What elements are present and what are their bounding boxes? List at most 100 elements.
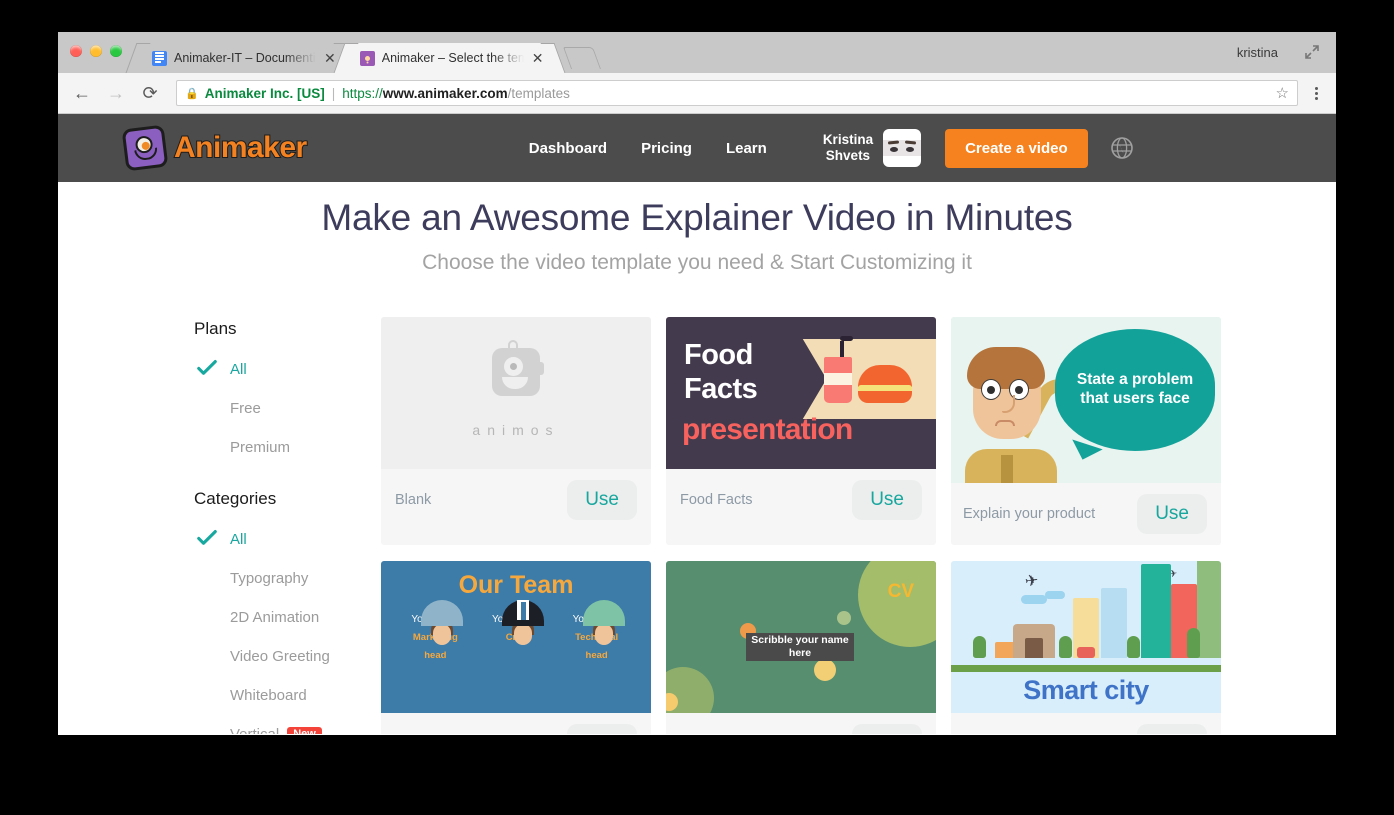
animaker-favicon-icon xyxy=(359,50,375,66)
nav-item-learn[interactable]: Learn xyxy=(726,140,767,157)
use-template-button[interactable]: Use xyxy=(852,724,922,734)
sidebar-item-category-video-greeting[interactable]: Video Greeting xyxy=(194,637,357,676)
template-title: Food Facts xyxy=(680,492,753,508)
template-grid: animos Blank Use Food Facts presentation… xyxy=(381,317,1221,734)
back-button[interactable]: ← xyxy=(68,79,96,107)
browser-tabstrip: Animaker-IT – Documenti Goo ✕ Animaker –… xyxy=(58,32,1336,73)
sidebar-item-category-typography[interactable]: Typography xyxy=(194,559,357,598)
sidebar-item-label: All xyxy=(230,531,247,548)
forward-button[interactable]: → xyxy=(102,79,130,107)
address-bar[interactable]: 🔒 Animaker Inc. [US] | https:// www.anim… xyxy=(176,80,1298,106)
browser-tab-2-title: Animaker – Select the templat xyxy=(381,51,524,65)
url-host: www.animaker.com xyxy=(382,85,508,101)
maximize-window-button[interactable] xyxy=(110,45,122,57)
template-card-cv[interactable]: CV Scribble your name here CV Use xyxy=(666,561,936,734)
template-card-blank[interactable]: animos Blank Use xyxy=(381,317,651,545)
thumb-badge-text: CV xyxy=(887,581,914,602)
nav-item-dashboard[interactable]: Dashboard xyxy=(529,140,607,157)
minimize-window-button[interactable] xyxy=(90,45,102,57)
template-thumbnail: State a problem that users face xyxy=(951,317,1221,483)
chrome-profile-label[interactable]: kristina xyxy=(1237,45,1278,60)
globe-icon[interactable] xyxy=(1110,136,1134,160)
site-identity-label: Animaker Inc. [US] xyxy=(204,85,325,101)
close-window-button[interactable] xyxy=(70,45,82,57)
browser-window: Animaker-IT – Documenti Goo ✕ Animaker –… xyxy=(58,32,1336,735)
template-thumbnail: animos xyxy=(381,317,651,469)
template-thumbnail: ✈ ✈ Smart city xyxy=(951,561,1221,713)
browser-tab-1-title: Animaker-IT – Documenti Goo xyxy=(174,51,316,65)
sidebar-item-category-all[interactable]: All xyxy=(194,520,357,559)
check-icon xyxy=(196,357,218,379)
template-thumbnail: Food Facts presentation xyxy=(666,317,936,469)
browser-tab-2[interactable]: Animaker – Select the templat ✕ xyxy=(333,43,566,73)
google-docs-icon xyxy=(152,50,167,66)
page-title: Make an Awesome Explainer Video in Minut… xyxy=(321,197,1073,238)
animos-wordmark: animos xyxy=(472,422,560,438)
status-badge: New xyxy=(287,726,322,734)
window-controls xyxy=(70,45,122,57)
template-card-our-team[interactable]: Our Team Your name Marketing head Your n… xyxy=(381,561,651,734)
thumb-text-line3: presentation xyxy=(682,413,853,446)
templates-browser: Plans All Free Premium Categories All Ty… xyxy=(58,317,1336,734)
page-subtitle: Choose the video template you need & Sta… xyxy=(422,251,972,274)
user-account[interactable]: Kristina Shvets xyxy=(822,129,922,167)
template-card-explain-your-product[interactable]: State a problem that users face Explain … xyxy=(951,317,1221,545)
sidebar-item-label: Video Greeting xyxy=(230,648,330,665)
create-a-video-button[interactable]: Create a video xyxy=(945,128,1088,168)
sidebar-item-label: Free xyxy=(230,400,261,417)
thumb-text-line1: Food xyxy=(684,339,753,371)
close-tab-2-icon[interactable]: ✕ xyxy=(532,51,544,65)
sidebar-item-label: Vertical xyxy=(230,726,279,734)
use-template-button[interactable]: Use xyxy=(1137,724,1207,734)
filters-sidebar: Plans All Free Premium Categories All Ty… xyxy=(194,317,357,734)
use-template-button[interactable]: Use xyxy=(567,724,637,734)
airplane-icon: ✈ xyxy=(1023,572,1040,591)
browser-tab-1[interactable]: Animaker-IT – Documenti Goo ✕ xyxy=(125,43,359,73)
hero-section: Make an Awesome Explainer Video in Minut… xyxy=(58,182,1336,275)
use-template-button[interactable]: Use xyxy=(567,480,637,520)
template-card-food-facts[interactable]: Food Facts presentation Food Facts Use xyxy=(666,317,936,545)
sidebar-item-label: Typography xyxy=(230,570,309,587)
thumb-box-text: Scribble your name here xyxy=(746,633,854,661)
fullscreen-icon[interactable] xyxy=(1304,44,1320,60)
browser-menu-icon[interactable] xyxy=(1306,86,1326,100)
thumb-text-line2: Facts xyxy=(684,373,758,405)
template-card-footer: Food Facts Use xyxy=(666,469,936,531)
browser-toolbar: ← → ⟳ 🔒 Animaker Inc. [US] | https:// ww… xyxy=(58,73,1336,114)
template-card-footer: Our Team Use xyxy=(381,713,651,734)
use-template-button[interactable]: Use xyxy=(852,480,922,520)
animaker-logo-text: Animaker xyxy=(173,130,308,165)
close-tab-1-icon[interactable]: ✕ xyxy=(324,51,336,65)
plans-heading: Plans xyxy=(194,319,237,338)
sidebar-item-plan-all[interactable]: All xyxy=(194,350,357,389)
template-card-footer: Explain your product Use xyxy=(951,483,1221,545)
url-scheme: https:// xyxy=(342,85,383,101)
template-title: Blank xyxy=(395,492,432,508)
sidebar-item-category-vertical[interactable]: Vertical New xyxy=(194,715,357,734)
template-card-smart-city[interactable]: ✈ ✈ Smart city xyxy=(951,561,1221,734)
bookmark-star-icon[interactable]: ☆ xyxy=(1276,84,1289,102)
sidebar-item-plan-premium[interactable]: Premium xyxy=(194,428,357,467)
main-navigation: Dashboard Pricing Learn xyxy=(529,140,767,157)
omnibox-divider: | xyxy=(331,85,336,101)
sidebar-item-category-whiteboard[interactable]: Whiteboard xyxy=(194,676,357,715)
new-tab-button[interactable] xyxy=(563,47,602,69)
use-template-button[interactable]: Use xyxy=(1137,494,1207,534)
template-card-footer: CV Use xyxy=(666,713,936,734)
sidebar-item-plan-free[interactable]: Free xyxy=(194,389,357,428)
lock-icon: 🔒 xyxy=(185,87,199,100)
sidebar-item-label: Whiteboard xyxy=(230,687,307,704)
template-card-footer: Blank Use xyxy=(381,469,651,531)
thumb-heading: Our Team xyxy=(458,571,574,599)
template-thumbnail: Our Team Your name Marketing head Your n… xyxy=(381,561,651,713)
user-name-label: Kristina Shvets xyxy=(822,132,874,163)
animaker-logo[interactable]: Animaker xyxy=(121,124,308,172)
avatar[interactable] xyxy=(883,129,922,167)
reload-button[interactable]: ⟳ xyxy=(136,79,164,107)
sidebar-item-category-2d-animation[interactable]: 2D Animation xyxy=(194,598,357,637)
template-thumbnail: CV Scribble your name here xyxy=(666,561,936,713)
speech-bubble: State a problem that users face xyxy=(1055,329,1215,451)
nav-item-pricing[interactable]: Pricing xyxy=(641,140,692,157)
template-title: Explain your product xyxy=(963,506,1096,522)
sidebar-item-label: All xyxy=(230,361,247,378)
